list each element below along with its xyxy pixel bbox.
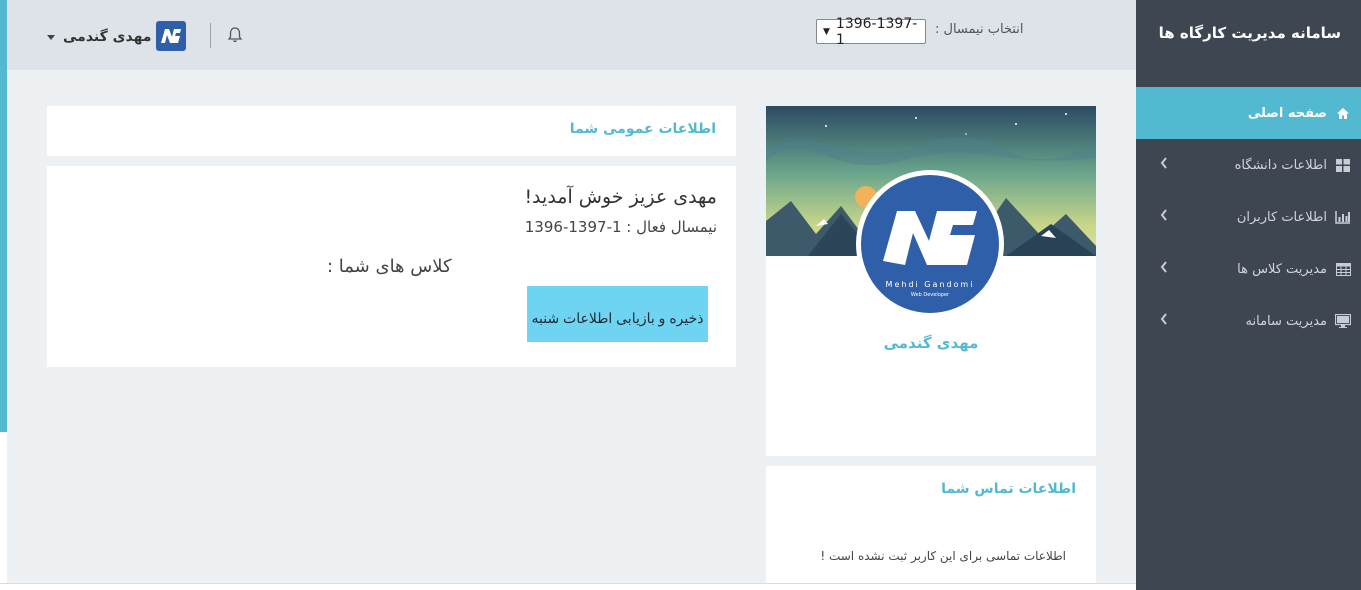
sidebar-item-label: اطلاعات کاربران — [1236, 209, 1327, 225]
profile-name: مهدی گندمی — [883, 334, 979, 352]
user-menu[interactable]: مهدی گندمی — [47, 22, 151, 52]
semester-select[interactable]: ▼ 1396-1397-1 — [816, 16, 926, 48]
user-avatar[interactable] — [156, 21, 186, 51]
sidebar-item-label: صفحه اصلی — [1247, 105, 1327, 121]
contact-info-title: اطلاعات تماس شما — [941, 481, 1076, 497]
classes-label: کلاس های شما : — [327, 256, 452, 277]
contact-empty-message: اطلاعات تماسی برای این کاربر ثبت نشده اس… — [820, 549, 1066, 563]
header-username: مهدی گندمی — [63, 29, 152, 45]
caret-down-icon — [47, 34, 55, 40]
welcome-panel: مهدی عزیز خوش آمدید! نیمسال فعال : 1-139… — [47, 166, 736, 367]
sidebar-item-label: اطلاعات دانشگاه — [1234, 157, 1327, 173]
left-strip-bottom — [0, 432, 7, 590]
chevron-left-icon — [1160, 261, 1168, 277]
semester-label: انتخاب نیمسال : — [935, 22, 1024, 37]
logo-subcaption: Web Developer — [911, 292, 950, 298]
sidebar-item-university-info[interactable]: اطلاعات دانشگاه — [1136, 139, 1361, 191]
home-icon — [1335, 105, 1351, 121]
general-info-panel: اطلاعات عمومی شما — [47, 106, 736, 156]
grid-icon — [1335, 157, 1351, 173]
sidebar-item-class-management[interactable]: مدیریت کلاس ها — [1136, 243, 1361, 295]
chevron-left-icon — [1160, 313, 1168, 329]
ng-logo-icon — [161, 29, 181, 43]
welcome-heading: مهدی عزیز خوش آمدید! — [524, 186, 717, 208]
bottom-scrollbar[interactable] — [0, 583, 1136, 590]
sidebar: سامانه مدیریت کارگاه ها صفحه اصلی اطلاعا… — [1136, 0, 1361, 590]
top-header: مهدی گندمی انتخاب نیمسال : ▼ 1396-1397-1 — [7, 0, 1136, 70]
chevron-left-icon — [1160, 209, 1168, 225]
select-arrow-icon: ▼ — [823, 26, 830, 37]
monitor-icon — [1335, 313, 1351, 329]
page: مهدی گندمی انتخاب نیمسال : ▼ 1396-1397-1… — [0, 0, 1361, 590]
sidebar-item-home[interactable]: صفحه اصلی — [1136, 87, 1361, 139]
bar-chart-icon — [1335, 209, 1351, 225]
active-semester-line: نیمسال فعال : 1-1397-1396 — [524, 218, 717, 236]
profile-avatar[interactable]: Mehdi Gandomi Web Developer — [856, 170, 1004, 318]
ng-logo-large: Mehdi Gandomi Web Developer — [861, 175, 999, 313]
header-divider — [210, 23, 211, 48]
bell-icon[interactable] — [225, 25, 245, 45]
profile-card: Mehdi Gandomi Web Developer مهدی گندمی — [766, 106, 1096, 456]
sidebar-item-label: مدیریت کلاس ها — [1237, 261, 1327, 277]
left-accent-strip — [0, 0, 7, 432]
semester-select-value: 1396-1397-1 — [835, 15, 918, 48]
sidebar-item-users-info[interactable]: اطلاعات کاربران — [1136, 191, 1361, 243]
sidebar-item-label: مدیریت سامانه — [1245, 313, 1327, 329]
save-restore-saturday-button[interactable]: ذخیره و بازیابی اطلاعات شنبه — [527, 286, 708, 342]
sidebar-item-system-management[interactable]: مدیریت سامانه — [1136, 295, 1361, 347]
table-icon — [1335, 261, 1351, 277]
chevron-left-icon — [1160, 157, 1168, 173]
brand-title: سامانه مدیریت کارگاه ها — [1158, 24, 1341, 42]
logo-caption: Mehdi Gandomi — [886, 280, 975, 289]
general-info-title: اطلاعات عمومی شما — [569, 121, 716, 137]
contact-info-panel: اطلاعات تماس شما اطلاعات تماسی برای این … — [766, 466, 1096, 583]
